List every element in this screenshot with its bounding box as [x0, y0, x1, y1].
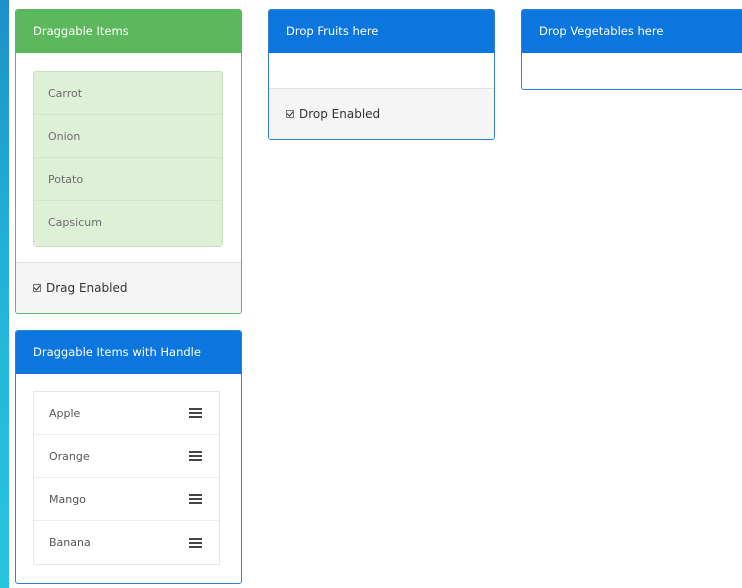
drag-enabled-footer: Drag Enabled — [16, 262, 241, 313]
drop-fruits-title: Drop Fruits here — [269, 10, 494, 53]
drop-enabled-checkbox[interactable] — [286, 110, 294, 118]
fruit-label-banana: Banana — [49, 536, 91, 549]
drag-handle-icon[interactable] — [189, 494, 202, 504]
list-item-potato[interactable]: Potato — [34, 158, 222, 201]
drag-handle-icon[interactable] — [189, 408, 202, 418]
drop-vegetables-panel: Drop Vegetables here — [521, 9, 742, 90]
list-item-carrot[interactable]: Carrot — [34, 72, 222, 115]
list-item-capsicum[interactable]: Capsicum — [34, 201, 222, 244]
drop-fruits-panel: Drop Fruits here Drop Enabled — [268, 9, 495, 140]
fruit-label-orange: Orange — [49, 449, 90, 463]
drag-handle-icon[interactable] — [189, 537, 202, 548]
drag-handle-icon[interactable] — [189, 451, 202, 461]
drag-enabled-checkbox[interactable] — [33, 284, 41, 292]
window-edge — [0, 0, 9, 588]
drag-enabled-label: Drag Enabled — [46, 281, 128, 295]
fruit-list: Apple Orange Mango Banana — [33, 391, 220, 565]
fruit-label-apple: Apple — [49, 406, 81, 420]
fruit-drop-zone[interactable] — [269, 53, 494, 89]
draggable-items-title: Draggable Items — [16, 10, 241, 53]
drop-vegetables-title: Drop Vegetables here — [522, 10, 742, 53]
vegetable-list: Carrot Onion Potato Capsicum — [33, 71, 223, 247]
fruit-label-mango: Mango — [49, 492, 86, 506]
draggable-items-panel: Draggable Items Carrot Onion Potato Caps… — [15, 9, 242, 314]
draggable-handle-title: Draggable Items with Handle — [16, 331, 241, 374]
list-item-onion[interactable]: Onion — [34, 115, 222, 158]
list-item-banana[interactable]: Banana — [34, 521, 219, 564]
draggable-handle-panel: Draggable Items with Handle Apple Orange… — [15, 330, 242, 584]
vegetable-drop-zone[interactable] — [522, 53, 742, 89]
drop-enabled-label: Drop Enabled — [299, 107, 381, 121]
drop-enabled-footer: Drop Enabled — [269, 88, 494, 139]
list-item-mango[interactable]: Mango — [34, 478, 219, 521]
list-item-apple[interactable]: Apple — [34, 392, 219, 435]
list-item-orange[interactable]: Orange — [34, 435, 219, 478]
